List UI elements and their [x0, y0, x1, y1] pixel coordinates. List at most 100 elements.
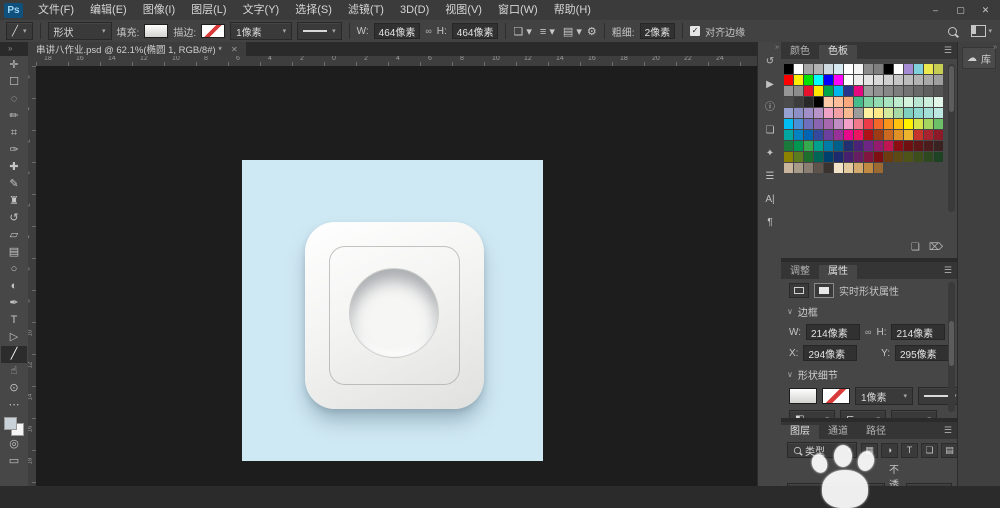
- width-input[interactable]: 464像素: [374, 23, 421, 39]
- swatch[interactable]: [784, 141, 793, 151]
- swatch[interactable]: [934, 108, 943, 118]
- swatch[interactable]: [924, 130, 933, 140]
- filter-pixel-icon[interactable]: ▦: [861, 443, 878, 458]
- swatch[interactable]: [934, 152, 943, 162]
- prop-x-input[interactable]: 294像素: [803, 345, 857, 361]
- swatch[interactable]: [884, 86, 893, 96]
- swatch[interactable]: [844, 141, 853, 151]
- swatch[interactable]: [884, 141, 893, 151]
- path-arrangement-icon[interactable]: ▤ ▾: [563, 25, 582, 38]
- swatch[interactable]: [894, 97, 903, 107]
- eraser-tool[interactable]: ▱: [1, 227, 27, 244]
- menu-view[interactable]: 视图(V): [437, 0, 490, 20]
- swatch[interactable]: [874, 152, 883, 162]
- adjust-panel-icon[interactable]: ☰: [759, 169, 781, 184]
- swatch[interactable]: [874, 141, 883, 151]
- swatch[interactable]: [894, 86, 903, 96]
- libraries-panel-icon[interactable]: ❏: [759, 123, 781, 138]
- history-panel-icon[interactable]: ↺: [759, 54, 781, 69]
- type-tool[interactable]: T: [1, 312, 27, 329]
- swatch[interactable]: [884, 97, 893, 107]
- tab-swatches[interactable]: 色板: [819, 45, 857, 59]
- swatch[interactable]: [854, 141, 863, 151]
- swatch[interactable]: [924, 152, 933, 162]
- swatch[interactable]: [874, 86, 883, 96]
- swatch[interactable]: [864, 97, 873, 107]
- swatch[interactable]: [824, 64, 833, 74]
- zoom-tool[interactable]: ⊙: [1, 380, 27, 397]
- swatch[interactable]: [844, 163, 853, 173]
- canvas-viewport[interactable]: [36, 66, 757, 486]
- swatch[interactable]: [794, 108, 803, 118]
- swatch[interactable]: [794, 97, 803, 107]
- swatch[interactable]: [874, 97, 883, 107]
- workspace-icon[interactable]: [971, 25, 986, 37]
- swatch[interactable]: [834, 130, 843, 140]
- link-dimensions-icon[interactable]: ∞: [865, 327, 871, 337]
- swatch[interactable]: [834, 86, 843, 96]
- quick-selection-tool[interactable]: ✏: [1, 108, 27, 125]
- fill-swatch[interactable]: [144, 24, 168, 38]
- swatch[interactable]: [934, 119, 943, 129]
- menu-help[interactable]: 帮助(H): [546, 0, 599, 20]
- tab-properties[interactable]: 属性: [819, 265, 857, 279]
- swatch[interactable]: [874, 75, 883, 85]
- clone-stamp-tool[interactable]: ♜: [1, 193, 27, 210]
- swatch[interactable]: [804, 64, 813, 74]
- swatch[interactable]: [904, 130, 913, 140]
- menu-3d[interactable]: 3D(D): [392, 0, 437, 20]
- menu-edit[interactable]: 编辑(E): [82, 0, 135, 20]
- swatch[interactable]: [784, 119, 793, 129]
- swatch[interactable]: [914, 108, 923, 118]
- swatch[interactable]: [834, 75, 843, 85]
- swatch[interactable]: [784, 64, 793, 74]
- swatch[interactable]: [804, 108, 813, 118]
- gradient-tool[interactable]: ▤: [1, 244, 27, 261]
- crop-tool[interactable]: ⌗: [1, 125, 27, 142]
- panel-menu-icon[interactable]: ☰: [944, 425, 952, 436]
- swatch[interactable]: [824, 119, 833, 129]
- swatch[interactable]: [834, 97, 843, 107]
- paragraph-panel-icon[interactable]: ¶: [759, 215, 781, 230]
- swatch[interactable]: [924, 75, 933, 85]
- swatch[interactable]: [804, 152, 813, 162]
- screen-mode-button[interactable]: ▭: [1, 453, 27, 470]
- history-brush-tool[interactable]: ↺: [1, 210, 27, 227]
- swatch[interactable]: [834, 119, 843, 129]
- scrollbar[interactable]: [948, 282, 955, 412]
- swatch[interactable]: [894, 108, 903, 118]
- swatch[interactable]: [874, 119, 883, 129]
- swatch[interactable]: [924, 108, 933, 118]
- swatch[interactable]: [844, 86, 853, 96]
- swatch[interactable]: [924, 86, 933, 96]
- swatch[interactable]: [834, 141, 843, 151]
- swatch[interactable]: [794, 152, 803, 162]
- swatch[interactable]: [894, 75, 903, 85]
- swatch[interactable]: [794, 163, 803, 173]
- prop-h-input[interactable]: 214像素: [891, 324, 945, 340]
- delete-swatch-icon[interactable]: ⌦: [929, 242, 943, 253]
- swatch[interactable]: [864, 75, 873, 85]
- swatch[interactable]: [934, 64, 943, 74]
- swatch[interactable]: [804, 97, 813, 107]
- stroke-align-dropdown[interactable]: ◧▾: [789, 410, 835, 418]
- tab-layers[interactable]: 图层: [781, 425, 819, 439]
- blur-tool[interactable]: ○: [1, 261, 27, 278]
- align-edges-checkbox[interactable]: ✓: [690, 26, 700, 36]
- swatch[interactable]: [794, 86, 803, 96]
- swatch[interactable]: [854, 130, 863, 140]
- swatch[interactable]: [894, 130, 903, 140]
- quick-mask-button[interactable]: ◎: [1, 436, 27, 453]
- swatch[interactable]: [914, 64, 923, 74]
- character-panel-icon[interactable]: A|: [759, 192, 781, 207]
- filter-smartobject-icon[interactable]: ▤: [941, 443, 957, 458]
- swatch[interactable]: [884, 130, 893, 140]
- swatch[interactable]: [854, 119, 863, 129]
- tab-color[interactable]: 颜色: [781, 45, 819, 59]
- swatch[interactable]: [864, 163, 873, 173]
- tab-adjustments[interactable]: 调整: [781, 265, 819, 279]
- swatch[interactable]: [884, 64, 893, 74]
- swatch[interactable]: [904, 141, 913, 151]
- swatch[interactable]: [824, 152, 833, 162]
- document-tab[interactable]: 串讲八作业.psd @ 62.1%(椭圆 1, RGB/8#) * ✕: [28, 42, 246, 56]
